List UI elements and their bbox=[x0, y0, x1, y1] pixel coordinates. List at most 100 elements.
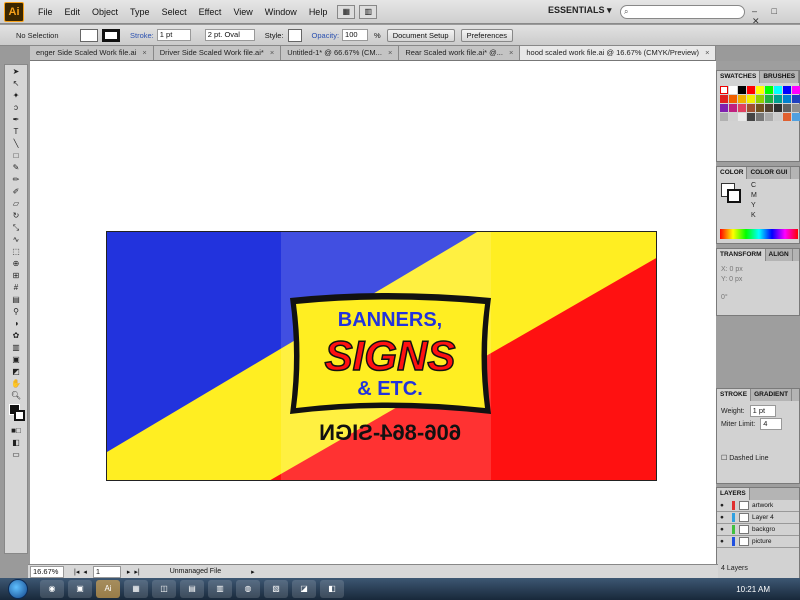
tab-document[interactable]: Untitled-1* @ 66.67% (CM... × bbox=[281, 46, 400, 60]
perspective-grid-tool-icon[interactable]: ⊞ bbox=[7, 270, 25, 281]
brush-field[interactable]: 2 pt. Oval bbox=[204, 29, 255, 41]
tab-stroke[interactable]: STROKE bbox=[717, 389, 752, 401]
menu-type[interactable]: Type bbox=[124, 7, 156, 17]
eye-icon[interactable]: ● bbox=[720, 502, 728, 509]
zoom-tool-icon[interactable]: 🔍︎ bbox=[7, 390, 25, 401]
fill-stroke-swatches[interactable] bbox=[7, 402, 25, 424]
gradient-tool-icon[interactable]: ▤ bbox=[7, 294, 25, 305]
slice-tool-icon[interactable]: ◩ bbox=[7, 366, 25, 377]
document-setup-button[interactable]: Document Setup bbox=[386, 28, 455, 42]
color-c-row[interactable]: C bbox=[747, 181, 799, 191]
layer-row[interactable]: ● Layer 4 bbox=[717, 512, 799, 524]
app-icon[interactable]: ▤ bbox=[180, 580, 204, 598]
magic-wand-tool-icon[interactable]: ✦ bbox=[7, 90, 25, 101]
direct-selection-tool-icon[interactable]: ↖ bbox=[7, 78, 25, 89]
symbol-sprayer-tool-icon[interactable]: ✿ bbox=[7, 330, 25, 341]
blend-tool-icon[interactable]: ◑ bbox=[7, 318, 25, 329]
close-icon[interactable]: × bbox=[705, 48, 709, 57]
color-k-row[interactable]: K bbox=[747, 211, 799, 221]
weight-field[interactable]: 1 pt bbox=[749, 405, 776, 417]
tab-document[interactable]: Rear Scaled work file.ai* @... × bbox=[399, 46, 521, 60]
menu-edit[interactable]: Edit bbox=[59, 7, 87, 17]
free-transform-tool-icon[interactable]: ⬚ bbox=[7, 246, 25, 257]
stroke-color-box[interactable] bbox=[14, 410, 25, 421]
artboard-number-field[interactable]: 1 bbox=[92, 565, 121, 578]
search-input[interactable]: ⌕ bbox=[620, 5, 745, 19]
menu-view[interactable]: View bbox=[227, 7, 258, 17]
swatch-grid[interactable] bbox=[717, 83, 800, 124]
menu-effect[interactable]: Effect bbox=[193, 7, 228, 17]
shape-builder-tool-icon[interactable]: ⊕ bbox=[7, 258, 25, 269]
app-icon[interactable]: ◫ bbox=[152, 580, 176, 598]
last-page-icon[interactable]: ▸| bbox=[134, 568, 139, 576]
eye-icon[interactable]: ● bbox=[720, 514, 728, 521]
color-m-row[interactable]: M bbox=[747, 191, 799, 201]
draw-mode-icon[interactable]: ◧ bbox=[7, 437, 25, 448]
color-spectrum[interactable] bbox=[720, 229, 798, 239]
scale-tool-icon[interactable]: ⤡ bbox=[7, 222, 25, 233]
close-icon[interactable]: × bbox=[142, 48, 146, 57]
close-icon[interactable]: × bbox=[388, 48, 392, 57]
selection-tool-icon[interactable]: ➤ bbox=[7, 66, 25, 77]
app-icon[interactable]: ◧ bbox=[320, 580, 344, 598]
prev-page-icon[interactable]: ◂ bbox=[83, 568, 87, 576]
screen-mode-icon[interactable]: ▭ bbox=[7, 449, 25, 460]
bridge-icon[interactable]: ▦ bbox=[337, 4, 356, 19]
line-tool-icon[interactable]: ╲ bbox=[7, 138, 25, 149]
opacity-field[interactable]: 100 bbox=[342, 29, 369, 41]
fill-swatch[interactable] bbox=[80, 28, 98, 42]
close-icon[interactable]: × bbox=[270, 48, 274, 57]
tab-brushes[interactable]: BRUSHES bbox=[760, 71, 800, 83]
menu-file[interactable]: File bbox=[32, 7, 59, 17]
artboard[interactable]: BANNERS, SIGNS & ETC. 606-864-SIGN bbox=[106, 231, 657, 481]
layer-row[interactable]: ● artwork bbox=[717, 500, 799, 512]
color-mode-icon[interactable]: ■□ bbox=[7, 425, 25, 436]
tab-document[interactable]: Driver Side Scaled Work file.ai* × bbox=[153, 46, 282, 60]
start-button[interactable] bbox=[8, 579, 28, 599]
menu-select[interactable]: Select bbox=[156, 7, 193, 17]
lasso-tool-icon[interactable]: ↄ bbox=[7, 102, 25, 113]
app-icon[interactable]: ◪ bbox=[292, 580, 316, 598]
app-icon[interactable]: ▦ bbox=[124, 580, 148, 598]
paintbrush-tool-icon[interactable]: ✎ bbox=[7, 162, 25, 173]
style-swatch[interactable] bbox=[287, 28, 302, 42]
tab-gradient[interactable]: GRADIENT bbox=[751, 389, 793, 401]
stroke-swatch[interactable] bbox=[102, 28, 120, 42]
rectangle-tool-icon[interactable]: □ bbox=[7, 150, 25, 161]
layer-row[interactable]: ● picture bbox=[717, 536, 799, 548]
color-y-row[interactable]: Y bbox=[747, 201, 799, 211]
pencil-tool-icon[interactable]: ✏ bbox=[7, 174, 25, 185]
illustrator-icon[interactable]: Ai bbox=[96, 580, 120, 598]
firefox-icon[interactable]: ◉ bbox=[40, 580, 64, 598]
tab-transform[interactable]: TRANSFORM bbox=[717, 249, 766, 261]
stroke-label[interactable]: Stroke: bbox=[130, 31, 154, 40]
menu-window[interactable]: Window bbox=[259, 7, 303, 17]
tab-layers[interactable]: LAYERS bbox=[717, 488, 750, 500]
pen-tool-icon[interactable]: ✒ bbox=[7, 114, 25, 125]
type-tool-icon[interactable]: T bbox=[7, 126, 25, 137]
next-page-icon[interactable]: ▸ bbox=[127, 568, 131, 576]
zoom-field[interactable]: 16.67% bbox=[30, 565, 64, 578]
warp-tool-icon[interactable]: ∿ bbox=[7, 234, 25, 245]
blob-brush-tool-icon[interactable]: ✐ bbox=[7, 186, 25, 197]
status-menu-icon[interactable]: ▸ bbox=[251, 568, 255, 576]
eyedropper-tool-icon[interactable]: ⚲ bbox=[7, 306, 25, 317]
color-stroke-box[interactable] bbox=[727, 189, 741, 203]
tab-color-guide[interactable]: COLOR GUI bbox=[747, 167, 792, 179]
first-page-icon[interactable]: |◂ bbox=[74, 568, 79, 576]
dashed-line-checkbox[interactable]: ☐ bbox=[721, 455, 727, 462]
menu-help[interactable]: Help bbox=[303, 7, 334, 17]
mesh-tool-icon[interactable]: # bbox=[7, 282, 25, 293]
menu-object[interactable]: Object bbox=[86, 7, 124, 17]
miter-field[interactable]: 4 bbox=[760, 418, 783, 430]
column-graph-tool-icon[interactable]: ▥ bbox=[7, 342, 25, 353]
hand-tool-icon[interactable]: ✋ bbox=[7, 378, 25, 389]
eye-icon[interactable]: ● bbox=[720, 538, 728, 545]
tab-swatches[interactable]: SWATCHES bbox=[717, 71, 761, 83]
app-icon[interactable]: ▣ bbox=[68, 580, 92, 598]
app-icon[interactable]: ▥ bbox=[208, 580, 232, 598]
window-controls[interactable]: – □ ✕ bbox=[752, 6, 800, 27]
artboard-tool-icon[interactable]: ▣ bbox=[7, 354, 25, 365]
eraser-tool-icon[interactable]: ▱ bbox=[7, 198, 25, 209]
transform-x-field[interactable]: X: 0 px bbox=[717, 265, 799, 275]
